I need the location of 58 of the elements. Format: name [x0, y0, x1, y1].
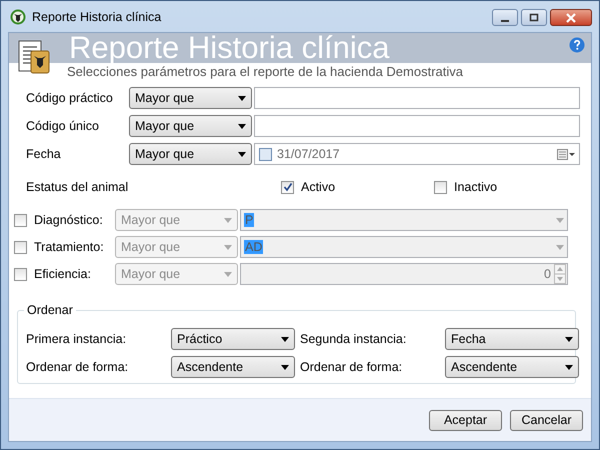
sort-dropdown[interactable]: Fecha — [445, 328, 579, 350]
bull-icon — [10, 8, 26, 24]
caret-icon — [281, 336, 289, 342]
field-label: Eficiencia: — [34, 267, 91, 281]
number-field[interactable]: 0 — [240, 263, 568, 285]
input-field[interactable] — [254, 115, 580, 137]
field-label: Segunda instancia: — [300, 332, 408, 346]
checkbox[interactable] — [281, 180, 294, 194]
checkbox[interactable] — [14, 214, 27, 226]
calendar-icon[interactable] — [557, 148, 575, 160]
status-label: Estatus del animal — [26, 180, 128, 194]
caret-icon — [281, 364, 289, 370]
report-title: Reporte Historia clínica — [69, 32, 390, 63]
field-label: Código práctico — [26, 91, 114, 105]
caret-icon — [224, 218, 232, 222]
sort-dropdown[interactable]: Ascendente — [445, 356, 579, 378]
caret-icon — [556, 244, 564, 250]
field-label: Ordenar de forma: — [300, 360, 404, 374]
close-icon — [565, 12, 577, 22]
operator-dropdown[interactable]: Mayor que — [129, 87, 252, 109]
sort-dropdown[interactable]: Práctico — [171, 328, 295, 350]
sort-dropdown[interactable]: Ascendente — [171, 356, 295, 378]
date-value: 31/07/2017 — [277, 147, 340, 161]
spinner-icon[interactable] — [554, 264, 566, 284]
minimize-button[interactable] — [492, 9, 518, 26]
caret-icon — [565, 364, 573, 370]
caret-icon — [565, 336, 573, 342]
checkbox-label: Activo — [301, 180, 336, 194]
caret-icon — [224, 272, 232, 276]
caret-icon — [224, 244, 232, 250]
field-label: Tratamiento: — [34, 240, 104, 254]
maximize-icon — [529, 12, 539, 22]
minimize-icon — [501, 20, 509, 22]
field-label: Primera instancia: — [26, 332, 128, 346]
window-title: Reporte Historia clínica — [32, 10, 162, 24]
caret-icon — [556, 218, 564, 222]
field-label: Código único — [26, 119, 100, 133]
caret-icon — [238, 96, 246, 100]
maximize-button[interactable] — [521, 9, 547, 26]
field-label: Diagnóstico: — [34, 213, 103, 227]
field-label: Fecha — [26, 147, 62, 161]
close-button[interactable] — [550, 9, 592, 26]
cancel-button[interactable]: Cancelar — [510, 410, 583, 430]
field-label: Ordenar de forma: — [26, 360, 130, 374]
group-title: Ordenar — [24, 303, 76, 317]
checkbox-label: Inactivo — [454, 180, 498, 194]
checkbox[interactable] — [259, 148, 272, 160]
operator-dropdown[interactable]: Mayor que — [129, 143, 252, 165]
caret-icon — [238, 152, 246, 156]
checkbox[interactable] — [14, 268, 27, 280]
checkbox[interactable] — [434, 180, 447, 194]
input-field[interactable] — [254, 87, 580, 109]
caret-icon — [238, 124, 246, 128]
checkbox[interactable] — [14, 240, 27, 254]
help-icon[interactable] — [569, 37, 585, 53]
report-subtitle: Selecciones parámetros para el reporte de la hacienda Demostrativa — [67, 64, 463, 79]
operator-dropdown[interactable]: Mayor que — [129, 115, 252, 137]
accept-button[interactable]: Aceptar — [429, 410, 502, 430]
